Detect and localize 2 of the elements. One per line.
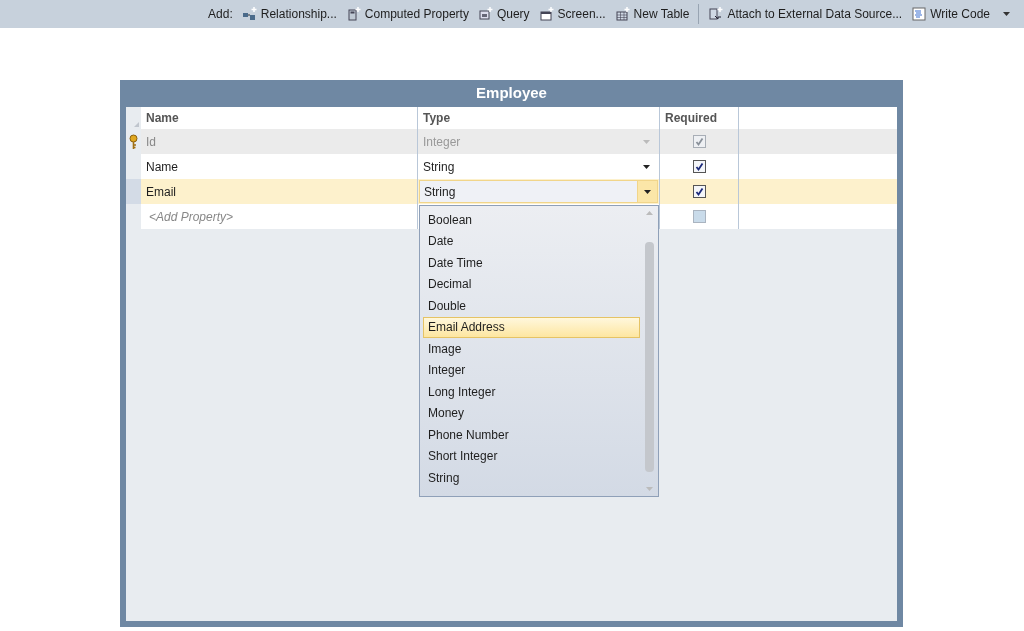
entity-title: Employee [475,83,548,104]
toolbar-label: Add: [208,6,233,23]
